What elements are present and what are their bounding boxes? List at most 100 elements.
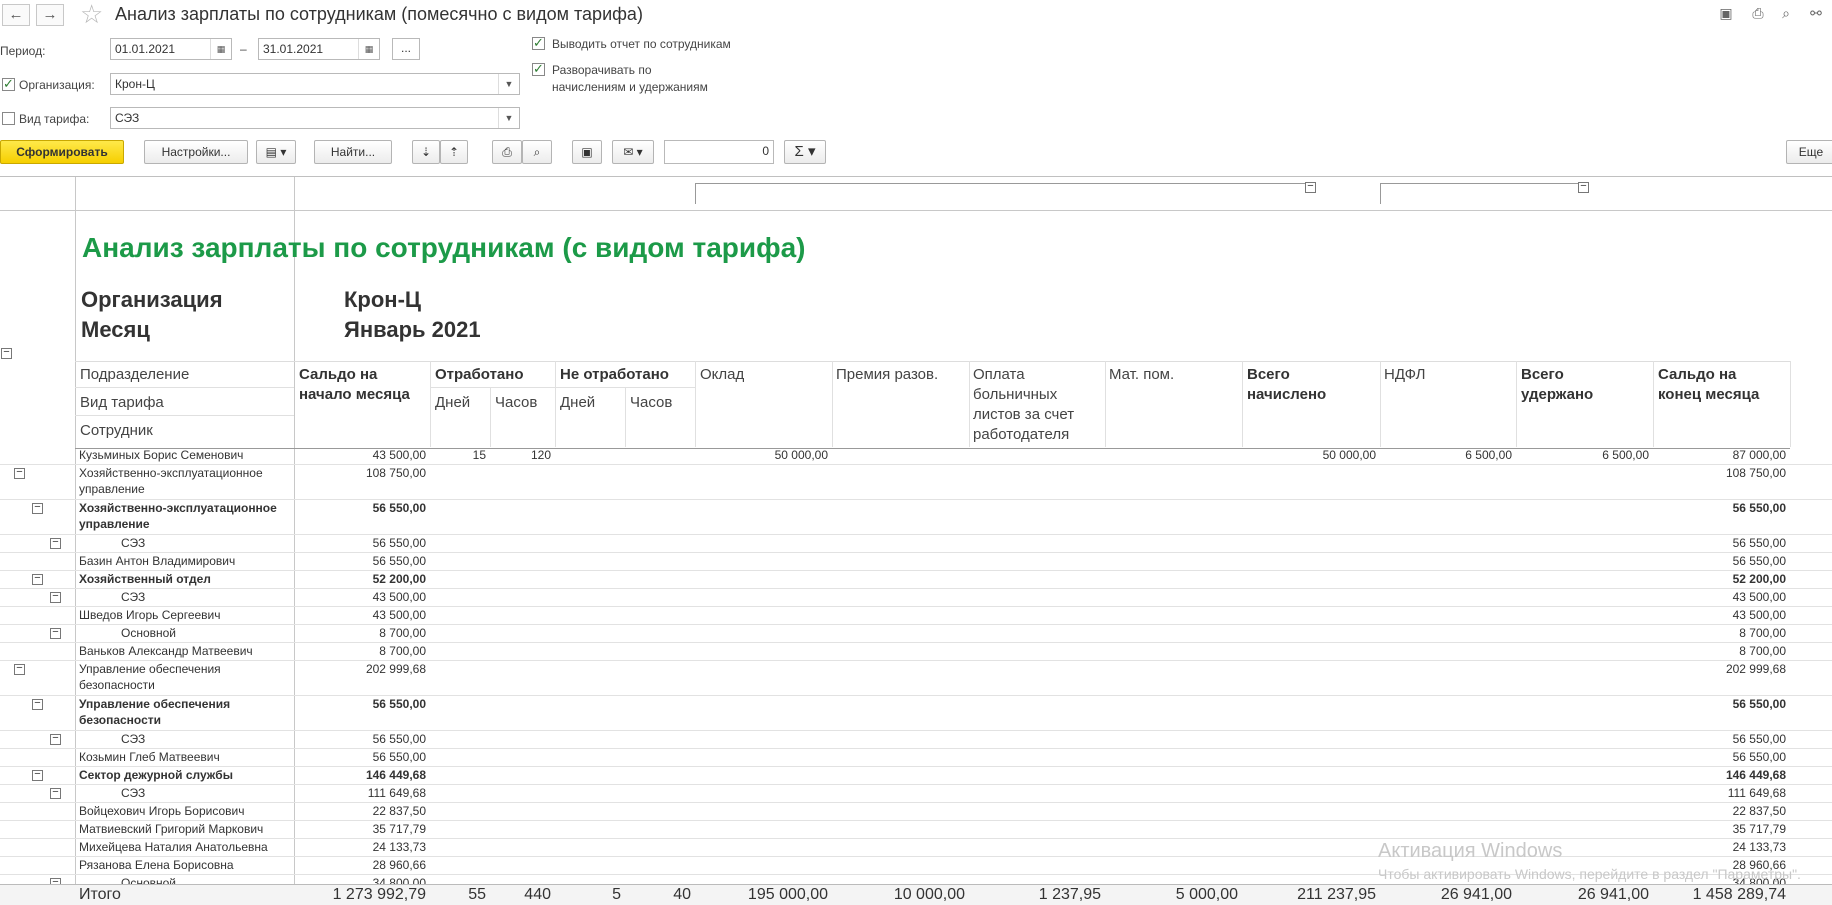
calendar-icon[interactable]: ▦ <box>358 39 379 59</box>
org-checkbox[interactable]: ✓ <box>2 77 15 91</box>
header-ndfl: НДФЛ <box>1384 366 1426 383</box>
total-label: Итого <box>79 886 121 903</box>
table-row: − СЭЗ 43 500,00 43 500,00 <box>0 589 1832 607</box>
calendar-icon[interactable]: ▦ <box>210 39 231 59</box>
chevron-down-icon[interactable]: ▼ <box>498 74 519 94</box>
table-row: − Управление обеспечения безопасности 56 5… <box>0 696 1832 731</box>
by-employees-checkbox[interactable]: ✓ <box>532 36 545 50</box>
header-total-deducted: Всего удержано <box>1521 366 1594 403</box>
row-value-wd: 15 <box>472 448 486 462</box>
row-value-e: 24 133,73 <box>1732 840 1786 854</box>
row-value-s: 111 649,68 <box>367 786 426 800</box>
settings-button[interactable]: Настройки... <box>144 140 248 164</box>
collapse-row-icon[interactable]: − <box>32 502 43 514</box>
collapse-row-icon[interactable]: − <box>50 733 61 745</box>
row-value-e: 56 550,00 <box>1732 697 1786 711</box>
collapse-row-icon[interactable]: − <box>50 591 61 603</box>
by-employees-label: Выводить отчет по сотрудникам <box>552 37 731 51</box>
preview-icon[interactable]: ⌕ <box>522 140 552 164</box>
row-value-e: 43 500,00 <box>1732 608 1786 622</box>
window-title: Анализ зарплаты по сотрудникам (помесячн… <box>115 4 643 24</box>
collapse-group-icon[interactable]: − <box>1305 181 1316 193</box>
table-row: Матвиевский Григорий Маркович 35 717,79 35… <box>0 821 1832 839</box>
link-icon[interactable]: ⚯ <box>1808 5 1824 21</box>
org-caption-value: Крон-Ц <box>344 287 421 312</box>
number-field[interactable]: 0 <box>664 140 774 164</box>
find-button[interactable]: Найти... <box>314 140 392 164</box>
header-saldo-start: Сальдо на начало месяца <box>299 366 410 403</box>
report-area: − − Анализ зарплаты по сотрудникам (с ви… <box>0 176 1832 905</box>
tariff-value: СЭЗ <box>115 111 140 125</box>
table-row: − Хозяйственно-эксплуатационное управлени… <box>0 465 1832 500</box>
collapse-all-tree-icon[interactable]: − <box>1 347 12 359</box>
row-name: Хозяйственно-эксплуатационное управление <box>79 466 263 496</box>
date-to-field[interactable]: 31.01.2021 ▦ <box>258 38 380 60</box>
row-name: Хозяйственно-эксплуатационное управление <box>79 501 277 531</box>
date-from-field[interactable]: 01.01.2021 ▦ <box>110 38 232 60</box>
row-value-s: 35 717,79 <box>372 822 426 836</box>
total-ndfl: 26 941,00 <box>1440 886 1512 903</box>
row-value-s: 52 200,00 <box>372 572 426 586</box>
sum-button[interactable]: Σ ▾ <box>784 140 826 164</box>
collapse-row-icon[interactable]: − <box>14 663 25 675</box>
print-icon[interactable]: ⎙ <box>1750 5 1766 21</box>
date-from-value: 01.01.2021 <box>115 42 176 56</box>
row-value-ta: 50 000,00 <box>1322 448 1376 462</box>
row-value-s: 24 133,73 <box>372 840 426 854</box>
total-worked-days: 55 <box>468 886 486 903</box>
row-value-td: 6 500,00 <box>1602 448 1649 462</box>
table-row: − СЭЗ 56 550,00 56 550,00 <box>0 731 1832 749</box>
save-icon[interactable]: ▣ <box>572 140 602 164</box>
row-value-s: 43 500,00 <box>372 590 426 604</box>
collapse-row-icon[interactable]: − <box>14 467 25 479</box>
row-value-wh: 120 <box>530 448 551 462</box>
mail-icon[interactable]: ✉ ▾ <box>612 140 654 164</box>
expand-label-2: начислениям и удержаниям <box>552 80 708 94</box>
report-rows: Кузьминых Борис Семенович 43 500,00 15 120 5… <box>0 447 1832 905</box>
collapse-group-icon[interactable]: − <box>1578 181 1589 193</box>
row-value-s: 56 550,00 <box>372 750 426 764</box>
header-worked-hours: Часов <box>495 394 538 411</box>
variants-button[interactable]: ▤ ▾ <box>256 140 296 164</box>
tariff-label: Вид тарифа: <box>19 112 90 126</box>
favorite-star-icon[interactable]: ☆ <box>80 0 103 28</box>
row-value-e: 108 750,00 <box>1725 466 1786 480</box>
row-value-e: 52 200,00 <box>1732 572 1786 586</box>
expand-all-icon[interactable]: ⇣ <box>412 140 440 164</box>
print-icon[interactable]: ⎙ <box>492 140 522 164</box>
month-caption-value: Январь 2021 <box>344 317 481 342</box>
table-row: − Управление обеспечения безопасности 202 … <box>0 661 1832 696</box>
more-button[interactable]: Еще <box>1786 140 1832 164</box>
forward-button[interactable]: → <box>36 4 64 26</box>
generate-button[interactable]: Сформировать <box>0 140 124 164</box>
collapse-row-icon[interactable]: − <box>32 698 43 710</box>
header-department: Подразделение <box>80 366 190 383</box>
tariff-checkbox[interactable] <box>2 112 15 125</box>
expand-checkbox[interactable]: ✓ <box>532 62 545 76</box>
period-select-button[interactable]: ... <box>392 38 420 60</box>
header-saldo-end: Сальдо на конец месяца <box>1658 366 1760 403</box>
org-caption: Организация <box>81 287 223 312</box>
preview-icon[interactable]: ⌕ <box>1778 5 1794 21</box>
collapse-row-icon[interactable]: − <box>50 787 61 799</box>
tariff-field[interactable]: СЭЗ ▼ <box>110 107 520 129</box>
collapse-all-icon[interactable]: ⇡ <box>440 140 468 164</box>
org-field[interactable]: Крон-Ц ▼ <box>110 73 520 95</box>
row-name: Кузьминых Борис Семенович <box>79 448 244 462</box>
month-caption: Месяц <box>81 317 150 342</box>
save-icon[interactable]: ▣ <box>1718 5 1734 21</box>
collapse-row-icon[interactable]: − <box>32 573 43 585</box>
collapse-row-icon[interactable]: − <box>50 627 61 639</box>
chevron-down-icon[interactable]: ▼ <box>498 108 519 128</box>
table-row: − Хозяйственный отдел 52 200,00 52 200,00 <box>0 571 1832 589</box>
row-value-s: 43 500,00 <box>372 448 426 462</box>
row-value-e: 146 449,68 <box>1725 768 1786 782</box>
row-value-s: 8 700,00 <box>379 626 426 640</box>
row-name: СЭЗ <box>121 536 146 550</box>
collapse-row-icon[interactable]: − <box>50 537 61 549</box>
back-button[interactable]: ← <box>2 4 30 26</box>
row-value-e: 202 999,68 <box>1725 662 1786 676</box>
watermark-text: Чтобы активировать Windows, перейдите в … <box>1378 866 1801 882</box>
row-value-s: 146 449,68 <box>365 768 426 782</box>
collapse-row-icon[interactable]: − <box>32 769 43 781</box>
